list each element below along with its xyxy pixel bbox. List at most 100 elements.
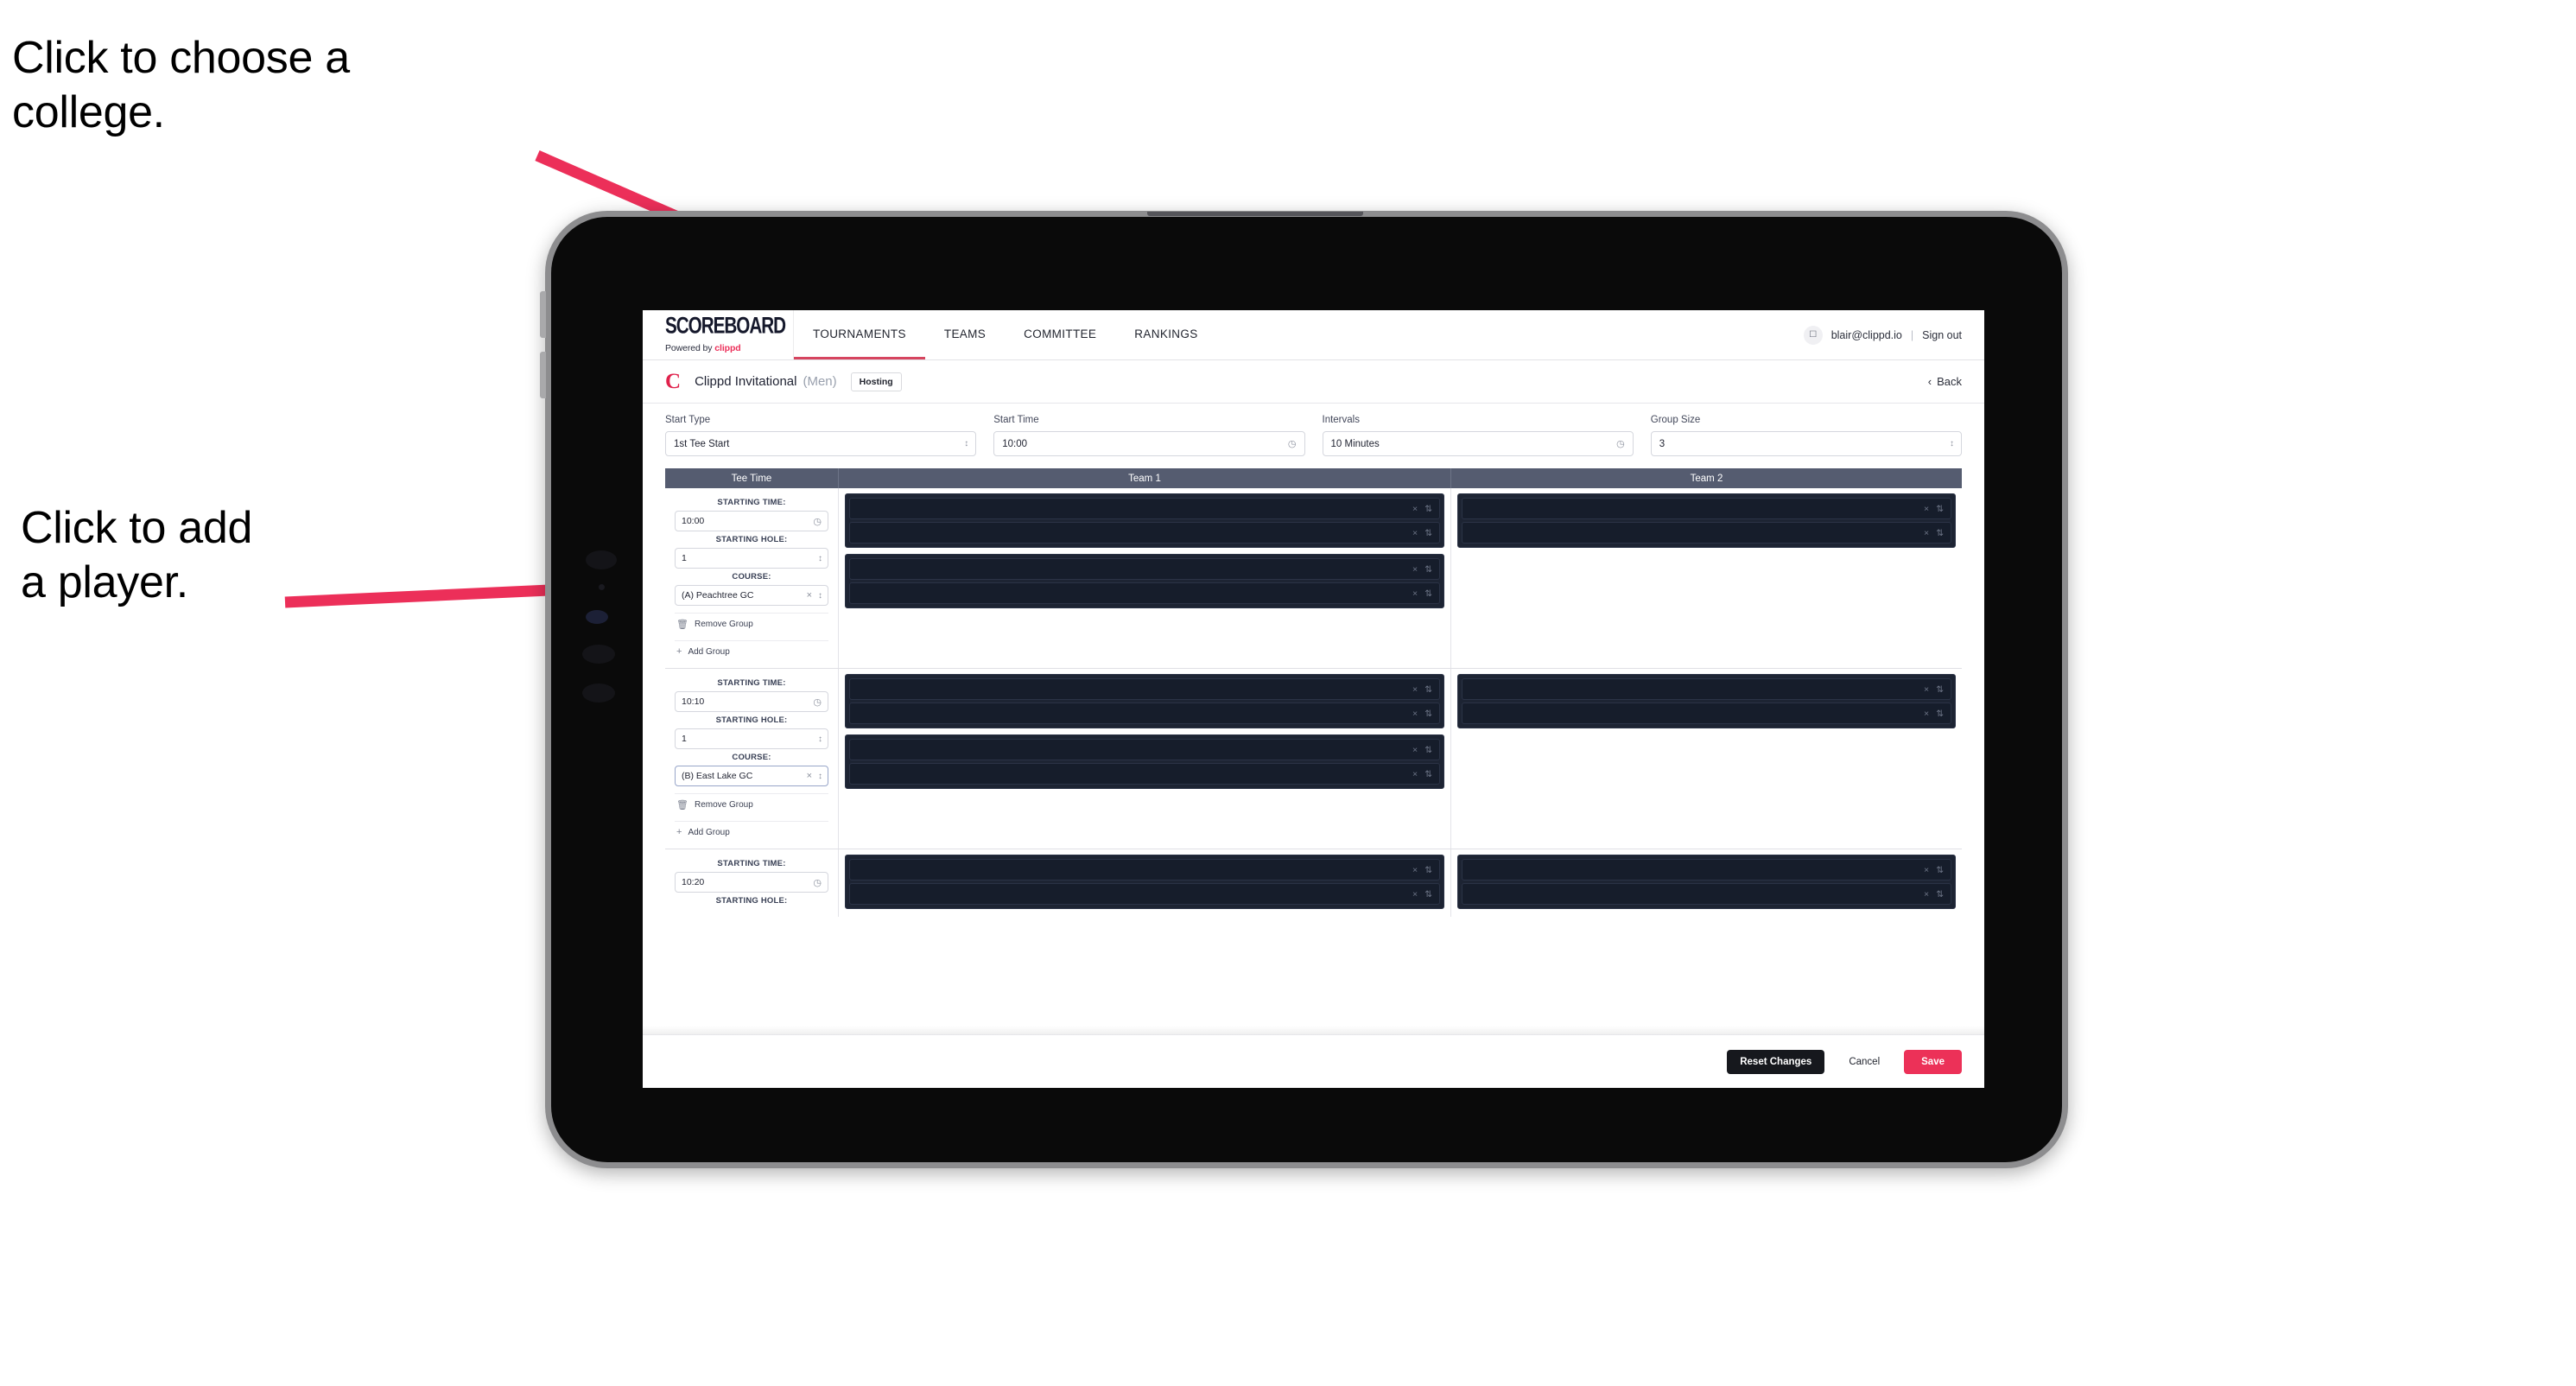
- player-slot[interactable]: × ⇅: [849, 859, 1440, 881]
- add-group-label: Add Group: [688, 646, 730, 657]
- reset-changes-button[interactable]: Reset Changes: [1727, 1049, 1825, 1074]
- stepper-icon[interactable]: ⇅: [1424, 865, 1432, 875]
- player-slot[interactable]: × ⇅: [849, 678, 1440, 700]
- stepper-icon[interactable]: ⇅: [1936, 889, 1944, 900]
- volume-down-button[interactable]: [540, 352, 546, 398]
- tab-committee[interactable]: COMMITTEE: [1005, 310, 1115, 359]
- clear-icon[interactable]: ×: [1412, 504, 1418, 514]
- clear-icon[interactable]: ×: [1412, 889, 1418, 900]
- player-slot[interactable]: × ⇅: [1462, 883, 1951, 905]
- select-course[interactable]: (B) East Lake GC × ↕: [675, 766, 828, 786]
- player-slot[interactable]: × ⇅: [849, 763, 1440, 785]
- stepper-icon[interactable]: ⇅: [1424, 889, 1432, 900]
- player-slot[interactable]: × ⇅: [1462, 703, 1951, 724]
- clear-icon[interactable]: ×: [1412, 684, 1418, 695]
- input-starting-time[interactable]: 10:10 ◷: [675, 691, 828, 712]
- clear-icon[interactable]: ×: [1924, 528, 1929, 538]
- input-starting-hole[interactable]: 1 ↕: [675, 728, 828, 749]
- player-slot[interactable]: × ⇅: [1462, 859, 1951, 881]
- tee-time-group-list: STARTING TIME: 10:00 ◷ STARTING HOLE: 1 ↕ COUR…: [665, 488, 1962, 917]
- clear-icon[interactable]: ×: [1924, 504, 1929, 514]
- player-slot-block: × ⇅ × ⇅: [1457, 493, 1956, 548]
- clear-icon[interactable]: ×: [1412, 769, 1418, 779]
- stepper-icon[interactable]: ⇅: [1936, 865, 1944, 875]
- tee-time-column: STARTING TIME: 10:20 ◷ STARTING HOLE:: [665, 849, 839, 917]
- user-avatar-icon[interactable]: ☐: [1803, 325, 1823, 345]
- stepper-icon[interactable]: ⇅: [1424, 588, 1432, 599]
- tournament-header-bar: C Clippd Invitational (Men) Hosting ‹ Ba…: [643, 360, 1984, 404]
- stepper-icon[interactable]: ⇅: [1424, 709, 1432, 719]
- label-start-time: Start Time: [993, 415, 1039, 425]
- select-start-type[interactable]: 1st Tee Start ↕: [665, 431, 977, 456]
- tab-tournaments[interactable]: TOURNAMENTS: [794, 310, 925, 359]
- plus-icon: +: [676, 646, 682, 657]
- column-header-tee-time: Tee Time: [665, 468, 839, 488]
- cancel-button[interactable]: Cancel: [1837, 1050, 1892, 1074]
- clear-icon[interactable]: ×: [1412, 528, 1418, 538]
- stepper-icon[interactable]: ⇅: [1424, 504, 1432, 514]
- clear-icon[interactable]: ×: [1412, 865, 1418, 875]
- input-start-time[interactable]: 10:00 ◷: [993, 431, 1305, 456]
- field-intervals: Intervals 10 Minutes ◷: [1322, 415, 1651, 456]
- label-starting-hole: STARTING HOLE:: [715, 715, 788, 725]
- clear-icon[interactable]: ×: [1412, 564, 1418, 575]
- select-group-size[interactable]: 3 ↕: [1650, 431, 1962, 456]
- stepper-icon: ↕: [818, 553, 822, 563]
- stepper-icon[interactable]: ⇅: [1936, 684, 1944, 695]
- player-slot[interactable]: × ⇅: [1462, 678, 1951, 700]
- brand-logo[interactable]: SCOREBOARD Powered by clippd: [643, 310, 794, 359]
- clear-icon[interactable]: ×: [1412, 709, 1418, 719]
- player-slot[interactable]: × ⇅: [849, 498, 1440, 519]
- stepper-icon[interactable]: ⇅: [1424, 769, 1432, 779]
- clear-icon[interactable]: ×: [1924, 709, 1929, 719]
- player-slot[interactable]: × ⇅: [849, 703, 1440, 724]
- remove-group-link[interactable]: 🗑 Remove Group: [675, 613, 828, 633]
- volume-up-button[interactable]: [540, 291, 546, 338]
- select-course[interactable]: (A) Peachtree GC × ↕: [675, 585, 828, 606]
- player-slot[interactable]: × ⇅: [849, 883, 1440, 905]
- tab-teams[interactable]: TEAMS: [925, 310, 1005, 359]
- player-slot[interactable]: × ⇅: [849, 582, 1440, 604]
- stepper-icon: ↕: [818, 590, 822, 601]
- input-starting-time[interactable]: 10:20 ◷: [675, 872, 828, 893]
- input-starting-hole[interactable]: 1 ↕: [675, 548, 828, 569]
- stepper-icon[interactable]: ⇅: [1424, 745, 1432, 755]
- clear-icon[interactable]: ×: [1412, 588, 1418, 599]
- stepper-icon[interactable]: ⇅: [1936, 709, 1944, 719]
- add-group-link[interactable]: + Add Group: [675, 640, 828, 660]
- clear-icon[interactable]: ×: [1924, 889, 1929, 900]
- stepper-icon[interactable]: ⇅: [1936, 528, 1944, 538]
- label-course: COURSE:: [732, 572, 771, 582]
- clear-icon[interactable]: ×: [1924, 684, 1929, 695]
- clear-icon[interactable]: ×: [1412, 745, 1418, 755]
- player-slot[interactable]: × ⇅: [849, 739, 1440, 760]
- remove-group-link[interactable]: 🗑 Remove Group: [675, 793, 828, 814]
- stepper-icon[interactable]: ⇅: [1424, 564, 1432, 575]
- clear-icon[interactable]: ×: [807, 771, 812, 781]
- back-label: Back: [1937, 375, 1962, 388]
- stepper-icon[interactable]: ⇅: [1424, 684, 1432, 695]
- player-slot[interactable]: × ⇅: [1462, 498, 1951, 519]
- tee-time-group: STARTING TIME: 10:10 ◷ STARTING HOLE: 1 ↕ COUR…: [665, 669, 1962, 849]
- label-group-size: Group Size: [1650, 415, 1701, 425]
- stepper-icon[interactable]: ⇅: [1424, 528, 1432, 538]
- player-slot-block: × ⇅ × ⇅: [1457, 855, 1956, 909]
- input-starting-time[interactable]: 10:00 ◷: [675, 511, 828, 531]
- clear-icon[interactable]: ×: [1924, 865, 1929, 875]
- input-intervals[interactable]: 10 Minutes ◷: [1322, 431, 1634, 456]
- sign-out-link[interactable]: Sign out: [1922, 329, 1962, 341]
- add-group-link[interactable]: + Add Group: [675, 821, 828, 841]
- team-1-column: × ⇅ × ⇅ × ⇅ × ⇅: [839, 669, 1451, 849]
- player-slot[interactable]: × ⇅: [849, 558, 1440, 580]
- stepper-icon[interactable]: ⇅: [1936, 504, 1944, 514]
- column-header-team-2: Team 2: [1690, 473, 1723, 484]
- back-button[interactable]: ‹ Back: [1928, 375, 1962, 388]
- team-1-column: × ⇅ × ⇅: [839, 849, 1451, 917]
- player-slot[interactable]: × ⇅: [1462, 522, 1951, 544]
- clock-icon: ◷: [813, 516, 822, 527]
- clock-icon: ◷: [813, 696, 822, 708]
- clear-icon[interactable]: ×: [807, 590, 812, 601]
- save-button[interactable]: Save: [1904, 1049, 1962, 1074]
- player-slot[interactable]: × ⇅: [849, 522, 1440, 544]
- tab-rankings[interactable]: RANKINGS: [1115, 310, 1216, 359]
